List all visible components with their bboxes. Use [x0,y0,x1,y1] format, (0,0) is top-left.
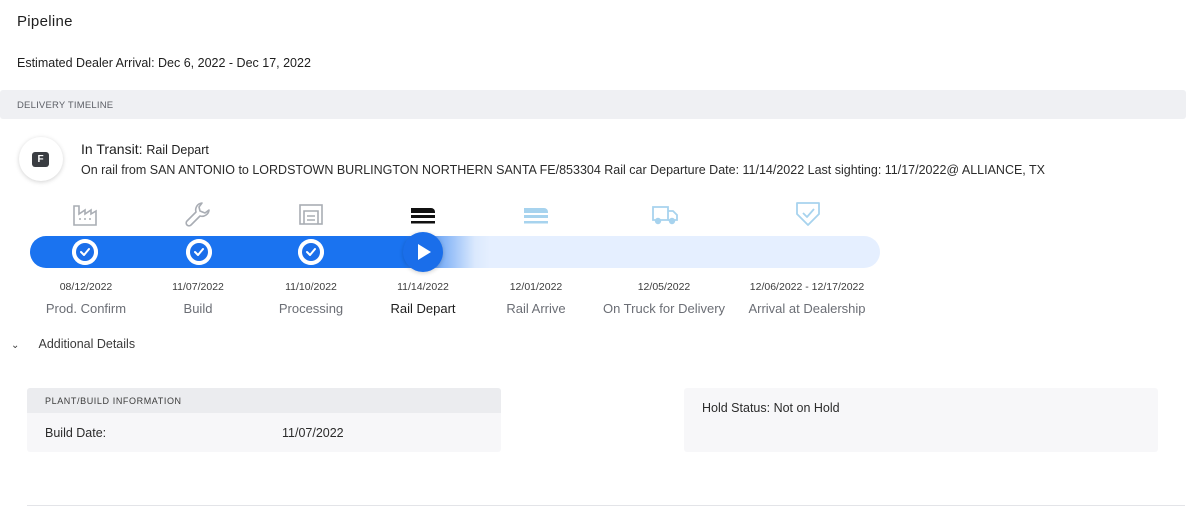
additional-details-toggle[interactable]: ⌄ Additional Details [11,337,135,351]
stage-date: 12/05/2022 [637,281,691,293]
plant-build-info-header: PLANT/BUILD INFORMATION [27,388,501,413]
shield-check-icon [796,202,820,226]
check-icon [72,239,98,265]
factory-icon [73,205,97,226]
status-line: In Transit: Rail Depart [81,141,209,157]
play-icon [418,244,431,260]
check-icon [186,239,212,265]
hold-status-card: Hold Status: Not on Hold [684,388,1158,452]
rail-arrive-icon [524,208,548,224]
additional-details-label: Additional Details [38,337,136,351]
build-date-value: 11/07/2022 [282,426,344,440]
status-badge: F [19,137,63,181]
stage-label: Arrival at Dealership [748,301,866,316]
page-title: Pipeline [17,13,73,30]
current-stage-marker [403,232,443,272]
status-main: In Transit: [81,141,143,157]
truck-icon [652,206,678,225]
stage-date: 12/06/2022 - 12/17/2022 [749,281,865,293]
check-icon [298,239,324,265]
status-letter: F [32,152,49,167]
transit-detail: On rail from SAN ANTONIO to LORDSTOWN BU… [81,163,1046,177]
chevron-down-icon: ⌄ [11,340,20,351]
hold-status: Hold Status: Not on Hold [702,401,840,415]
progress-track [30,236,880,268]
processing-icon [299,204,323,225]
divider [27,505,1185,506]
plant-build-info-card: PLANT/BUILD INFORMATION Build Date: 11/0… [27,388,501,452]
status-sub: Rail Depart [146,143,209,157]
stage-label: On Truck for Delivery [602,301,726,316]
estimated-dealer-arrival: Estimated Dealer Arrival: Dec 6, 2022 - … [17,56,311,70]
build-date-label: Build Date: [45,426,107,440]
section-title: DELIVERY TIMELINE [17,100,114,111]
rail-icon [411,208,435,224]
wrench-icon [185,202,210,227]
delivery-timeline-header: DELIVERY TIMELINE [0,90,1186,119]
